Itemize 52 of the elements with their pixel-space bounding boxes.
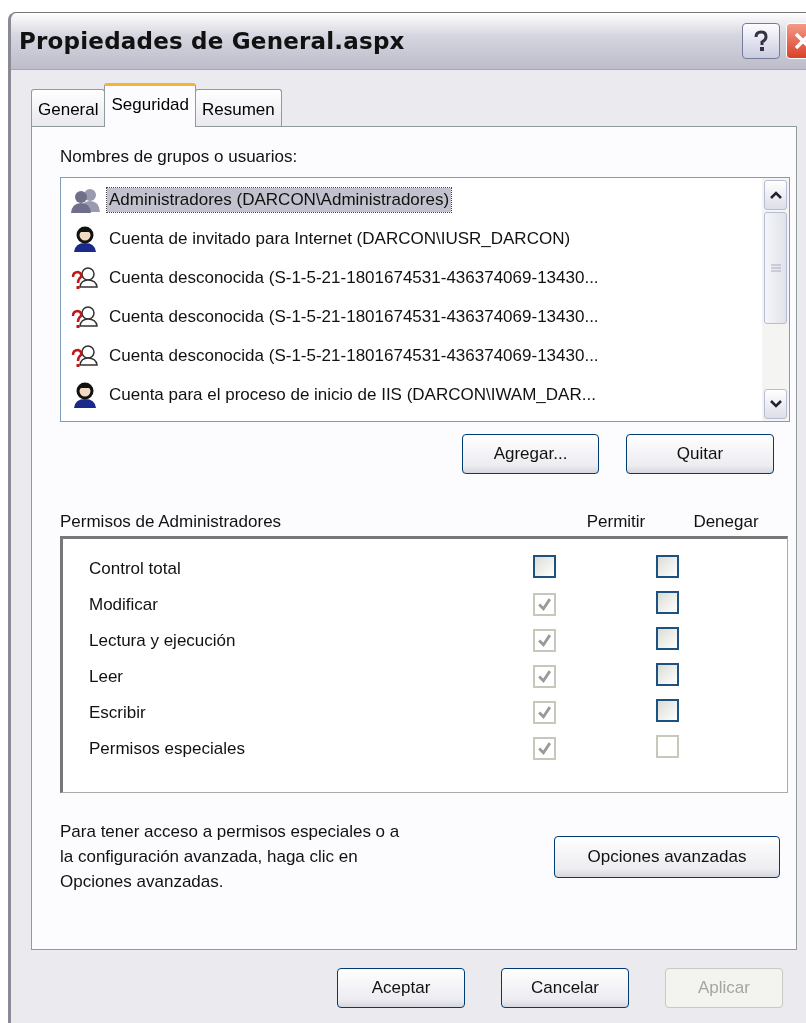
chevron-down-icon: [768, 399, 783, 409]
tab[interactable]: Seguridad: [104, 83, 196, 127]
user-name: Cuenta de invitado para Internet (DARCON\IUSR_DARCON): [108, 228, 572, 250]
scrollbar[interactable]: [762, 178, 789, 421]
deny-checkbox[interactable]: [656, 699, 679, 722]
user-item[interactable]: Cuenta desconocida (S-1-5-21-1801674531-436374069-13430...: [69, 301, 762, 333]
window-title: Propiedades de General.aspx: [19, 28, 405, 54]
check-icon: [537, 705, 552, 720]
permission-name: Permisos especiales: [89, 739, 246, 759]
tab[interactable]: General: [31, 89, 106, 126]
user-item[interactable]: Cuenta desconocida (S-1-5-21-1801674531-436374069-13430...: [69, 262, 762, 294]
scroll-thumb[interactable]: [764, 212, 787, 324]
deny-checkbox[interactable]: [656, 591, 679, 614]
dialog-button[interactable]: Cancelar: [501, 968, 629, 1008]
user-item[interactable]: Cuenta desconocida (S-1-5-21-1801674531-436374069-13430...: [69, 340, 762, 372]
user-item[interactable]: Cuenta de invitado para Internet (DARCON\IUSR_DARCON): [69, 223, 762, 255]
scroll-down-button[interactable]: [764, 389, 787, 419]
user-name: Administradores (DARCON\Administradores): [107, 188, 452, 212]
deny-checkbox[interactable]: [656, 627, 679, 650]
permission-name: Control total: [89, 559, 182, 579]
user-item[interactable]: Cuenta para el proceso de inicio de IIS (DARCON\IWAM_DAR...: [69, 379, 762, 411]
advanced-options-button[interactable]: Opciones avanzadas: [554, 835, 780, 878]
help-button[interactable]: [742, 23, 780, 59]
users-group-icon: [69, 187, 103, 213]
deny-checkbox[interactable]: [656, 555, 679, 578]
permission-name: Modificar: [89, 595, 159, 615]
column-header: Denegar: [692, 512, 760, 532]
user-name: Cuenta para el proceso de inicio de IIS (DARCON\IWAM_DAR...: [108, 384, 597, 406]
permission-name: Lectura y ejecución: [89, 631, 237, 651]
advanced-hint-text: Para tener acceso a permisos especiales o a la configuración avanzada, haga clic en Opciones avanzadas.: [60, 821, 400, 893]
allow-checkbox[interactable]: [533, 555, 556, 578]
dialog-button[interactable]: Aceptar: [337, 968, 465, 1008]
tab[interactable]: Resumen: [195, 89, 282, 126]
user-item[interactable]: Administradores (DARCON\Administradores): [69, 184, 762, 216]
users-label: Nombres de grupos o usuarios:: [60, 147, 299, 167]
user-action-button[interactable]: Agregar...: [462, 434, 599, 474]
user-name: Cuenta desconocida (S-1-5-21-1801674531-436374069-13430...: [108, 345, 600, 367]
deny-checkbox[interactable]: [656, 663, 679, 686]
permission-name: Escribir: [89, 703, 147, 723]
scroll-up-button[interactable]: [764, 180, 787, 210]
permission-name: Leer: [89, 667, 125, 687]
grip-icon: [769, 264, 782, 272]
user-name: Cuenta desconocida (S-1-5-21-1801674531-436374069-13430...: [108, 267, 600, 289]
column-header: Permitir: [585, 512, 647, 532]
check-icon: [537, 597, 552, 612]
permissions-label: Permisos de Administradores: [60, 512, 283, 532]
check-icon: [537, 633, 552, 648]
chevron-up-icon: [768, 190, 783, 200]
check-icon: [537, 741, 552, 756]
user-name: Cuenta desconocida (S-1-5-21-1801674531-436374069-13430...: [108, 306, 600, 328]
check-icon: [537, 669, 552, 684]
user-action-button[interactable]: Quitar: [626, 434, 774, 474]
